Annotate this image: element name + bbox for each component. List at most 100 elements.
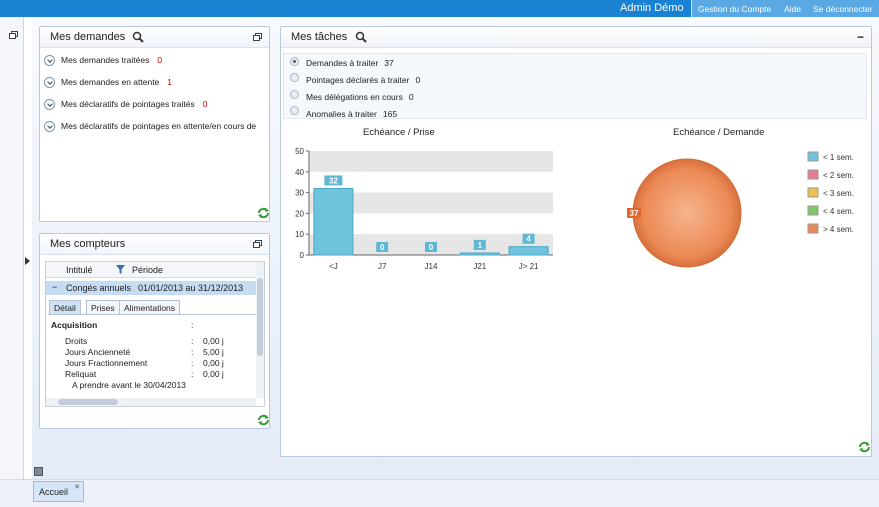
save-icon[interactable] bbox=[34, 467, 43, 476]
chevron-down-icon[interactable] bbox=[44, 121, 55, 133]
x-tick-label: J> 21 bbox=[519, 262, 539, 271]
chevron-down-icon[interactable] bbox=[44, 77, 55, 89]
compteurs-header: Mes compteurs bbox=[40, 234, 269, 255]
y-tick-label: 40 bbox=[295, 168, 304, 177]
line-label: Reliquat bbox=[65, 369, 97, 379]
item-count: 0 bbox=[202, 99, 208, 109]
radio-delegations[interactable] bbox=[290, 90, 299, 99]
vertical-scrollbar[interactable] bbox=[256, 262, 264, 398]
task-count: 0 bbox=[408, 92, 414, 102]
help-link[interactable]: Aide bbox=[784, 4, 801, 14]
line-label: Jours Fractionnement bbox=[65, 358, 148, 368]
task-item[interactable]: Mes délégations en cours 0 bbox=[306, 92, 414, 102]
bar bbox=[508, 246, 549, 256]
item-count: 1 bbox=[167, 77, 173, 87]
row-periode: 01/01/2013 au 31/12/2013 bbox=[138, 283, 244, 293]
expand-sidebar-icon[interactable] bbox=[25, 257, 30, 265]
task-item[interactable]: Anomalies à traiter 165 bbox=[306, 109, 397, 119]
detail-tabs: Détail Prises Alimentations bbox=[49, 300, 259, 314]
search-icon[interactable] bbox=[355, 31, 367, 43]
x-tick-label: <J bbox=[329, 262, 338, 271]
col-periode[interactable]: Période bbox=[132, 265, 163, 275]
demandes-item[interactable]: Mes demandes traitées 0 bbox=[44, 55, 162, 67]
legend-label: < 4 sem. bbox=[823, 207, 854, 216]
scroll-thumb[interactable] bbox=[257, 278, 263, 356]
y-tick-label: 50 bbox=[295, 147, 304, 156]
y-tick-label: 0 bbox=[300, 251, 305, 260]
x-tick-label: J14 bbox=[425, 262, 438, 271]
scroll-thumb[interactable] bbox=[58, 399, 118, 405]
radio-pointages[interactable] bbox=[290, 73, 299, 82]
task-label: Demandes à traiter bbox=[306, 58, 379, 68]
account-link[interactable]: Gestion du Compte bbox=[698, 4, 771, 14]
task-item[interactable]: Pointages déclarés à traiter 0 bbox=[306, 75, 420, 85]
data-label: 0 bbox=[380, 243, 385, 252]
data-label: 4 bbox=[526, 235, 531, 244]
data-label: 32 bbox=[329, 176, 338, 185]
search-icon[interactable] bbox=[132, 31, 144, 43]
line-value: 0,00 j bbox=[203, 369, 224, 379]
restore-icon[interactable] bbox=[9, 31, 18, 39]
grid-band bbox=[309, 151, 553, 172]
item-label: Mes déclaratifs de pointages en attente/… bbox=[61, 121, 257, 131]
demandes-item[interactable]: Mes déclaratifs de pointages traités 0 bbox=[44, 99, 208, 111]
task-item[interactable]: Demandes à traiter 37 bbox=[306, 58, 394, 68]
restore-icon[interactable] bbox=[253, 33, 262, 41]
pie-chart: 37 < 1 sem. < 2 sem. < 3 sem. < 4 sem. > 4 se… bbox=[627, 151, 854, 268]
legend-label: > 4 sem. bbox=[823, 225, 854, 234]
legend-swatch bbox=[807, 169, 819, 180]
data-label: 0 bbox=[429, 243, 434, 252]
collapse-row-icon[interactable]: − bbox=[52, 282, 57, 292]
data-label: 37 bbox=[630, 209, 639, 218]
y-tick-label: 10 bbox=[295, 230, 304, 239]
detail-body: Acquisition : Droits : 0,00 j Jours Anci… bbox=[48, 314, 256, 394]
close-icon[interactable]: ✕ bbox=[74, 483, 80, 491]
bar bbox=[313, 187, 354, 256]
task-label: Anomalies à traiter bbox=[306, 109, 377, 119]
tab-alimentations[interactable]: Alimentations bbox=[119, 300, 181, 314]
task-count: 165 bbox=[382, 109, 398, 119]
task-label: Mes délégations en cours bbox=[306, 92, 403, 102]
tab-accueil-label: Accueil bbox=[39, 487, 69, 497]
y-tick-label: 20 bbox=[295, 209, 304, 218]
taches-list: Demandes à traiter 37 Pointages déclarés … bbox=[283, 53, 867, 119]
demandes-title: Mes demandes bbox=[50, 31, 126, 43]
demandes-item[interactable]: Mes demandes en attente 1 bbox=[44, 77, 173, 89]
restore-icon[interactable] bbox=[253, 240, 262, 248]
note: A prendre avant le 30/04/2013 bbox=[72, 380, 186, 390]
x-tick-label: J21 bbox=[473, 262, 486, 271]
line-value: 0,00 j bbox=[203, 358, 224, 368]
refresh-icon[interactable] bbox=[257, 414, 270, 426]
line-value: 5,00 j bbox=[203, 347, 224, 357]
tab-accueil[interactable]: Accueil ✕ bbox=[33, 481, 84, 502]
tab-prises[interactable]: Prises bbox=[86, 300, 120, 314]
x-tick-label: J7 bbox=[378, 262, 387, 271]
pie-slice bbox=[632, 158, 742, 268]
row-label: Congés annuels bbox=[66, 283, 132, 293]
legend-label: < 1 sem. bbox=[823, 153, 854, 162]
legend-swatch bbox=[807, 187, 819, 198]
collapse-button[interactable]: − bbox=[857, 30, 864, 44]
refresh-icon[interactable] bbox=[858, 441, 871, 453]
legend-label: < 3 sem. bbox=[823, 189, 854, 198]
line-sep: : bbox=[191, 369, 194, 379]
demandes-item[interactable]: Mes déclaratifs de pointages en attente/… bbox=[44, 121, 257, 133]
demandes-header: Mes demandes bbox=[40, 27, 269, 48]
section-sep: : bbox=[191, 320, 194, 330]
bar-chart-title: Echéance / Prise bbox=[363, 127, 435, 138]
line-sep: : bbox=[191, 347, 194, 357]
col-intitule[interactable]: Intitulé bbox=[66, 265, 93, 275]
tab-detail[interactable]: Détail bbox=[49, 300, 81, 314]
user-name: Admin Démo bbox=[620, 2, 684, 14]
filter-icon[interactable] bbox=[116, 265, 125, 274]
refresh-icon[interactable] bbox=[257, 207, 270, 219]
radio-demandes[interactable] bbox=[290, 57, 299, 66]
compteurs-title: Mes compteurs bbox=[50, 238, 126, 250]
chevron-down-icon[interactable] bbox=[44, 55, 55, 67]
horizontal-scrollbar[interactable] bbox=[46, 398, 256, 406]
line-sep: : bbox=[191, 358, 194, 368]
logout-link[interactable]: Se déconnecter bbox=[813, 4, 873, 14]
grid-row[interactable]: − Congés annuels 01/01/2013 au 31/12/201… bbox=[46, 281, 256, 295]
radio-anomalies[interactable] bbox=[290, 106, 299, 115]
chevron-down-icon[interactable] bbox=[44, 99, 55, 111]
